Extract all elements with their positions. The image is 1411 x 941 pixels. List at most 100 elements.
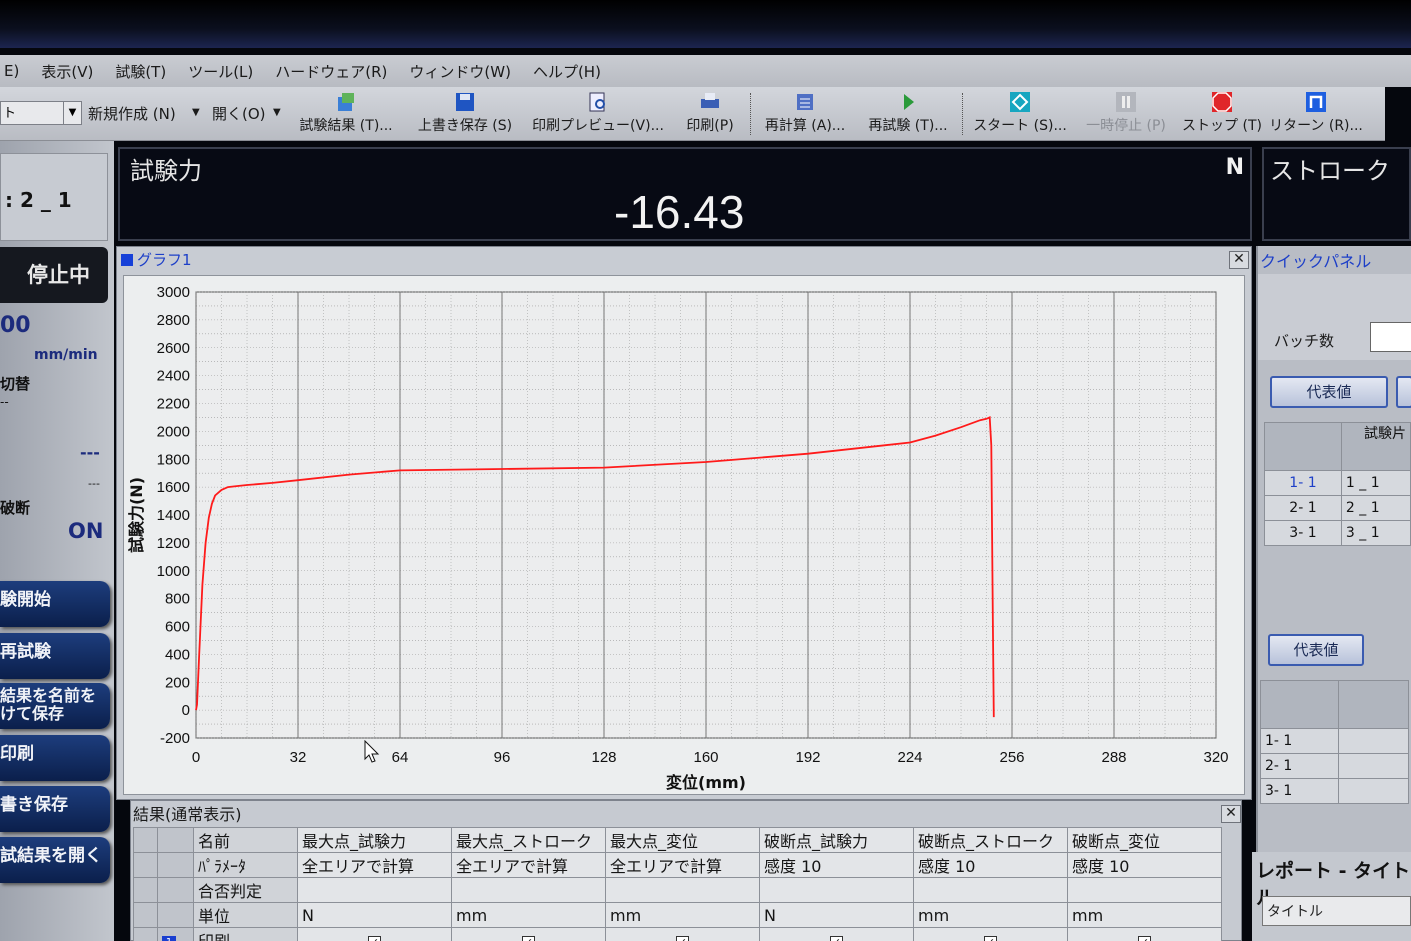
chevron-down-icon[interactable]: ▼ [192, 107, 200, 118]
col-name[interactable]: 破断点_変位 [1067, 827, 1222, 853]
recalculate-button[interactable]: 再計算 (A)... [758, 91, 852, 137]
col-name[interactable]: 最大点_変位 [605, 827, 760, 853]
start-label: スタート (S)... [973, 118, 1067, 134]
col-judge[interactable] [1067, 877, 1222, 903]
representative-value-button-2[interactable]: 代表値 [1268, 634, 1364, 666]
print-preview-button[interactable]: 印刷プレビュー(V)... [528, 91, 668, 137]
plot-area: 3000 2800 2600 2400 2200 2000 1800 1600 1400 1200… [123, 275, 1245, 795]
x-tick-label: 32 [290, 749, 307, 766]
print-checkbox[interactable]: ✓ [676, 935, 689, 941]
col-unit[interactable]: N [759, 902, 914, 928]
menu-bar: E) 表示(V) 試験(T) ツール(L) ハードウェア(R) ウィンドウ(W)… [0, 55, 1411, 87]
print-preview-icon [589, 92, 605, 112]
menu-hardware[interactable]: ハードウェア(R) [275, 61, 387, 82]
stop-button[interactable]: ストップ (T) [1182, 91, 1262, 137]
batch-input[interactable] [1370, 322, 1411, 352]
table-row: 名前 最大点_試験力 最大点_ストローク 最大点_変位 破断点_試験力 破断点_… [133, 827, 1222, 853]
print-checkbox[interactable]: ✓ [1138, 935, 1151, 941]
open-results-button[interactable]: 試結果を開く [0, 837, 110, 883]
table-row: 1 印刷 ✓ ✓ ✓ ✓ ✓ ✓ [133, 927, 1222, 941]
x-tick-label: 96 [494, 749, 511, 766]
representative-value-button[interactable]: 代表値 [1270, 376, 1388, 408]
col-unit[interactable]: mm [913, 902, 1068, 928]
chevron-down-icon[interactable]: ▼ [273, 107, 281, 118]
specimen-number: 3- 1 [1264, 520, 1342, 546]
start-button[interactable]: スタート (S)... [972, 91, 1068, 137]
col-unit[interactable]: mm [1067, 902, 1222, 928]
row-header-judge: 合否判定 [193, 877, 298, 903]
col-unit[interactable]: mm [451, 902, 606, 928]
x-tick-label: 320 [1203, 749, 1228, 766]
x-axis-label: 変位(mm) [666, 773, 746, 792]
x-tick-label: 64 [392, 749, 409, 766]
print-label: 印刷(P) [686, 118, 734, 134]
return-button[interactable]: リターン (R)... [1268, 91, 1364, 137]
col-unit[interactable]: mm [605, 902, 760, 928]
close-icon[interactable]: ✕ [1221, 805, 1241, 823]
menu-view[interactable]: 表示(V) [41, 61, 93, 82]
print-checkbox[interactable]: ✓ [984, 935, 997, 941]
representative-extra-button[interactable] [1396, 376, 1411, 408]
break-value: ON [68, 519, 104, 543]
force-displacement-chart: 3000280026002400220020001800160014001200… [127, 284, 1229, 792]
new-button[interactable]: 新規作成 (N) [88, 103, 176, 124]
specimen-number: 2- 1 [1264, 495, 1342, 521]
open-button[interactable]: 開く(O) [212, 103, 266, 124]
toolbar-combo-value: ト [3, 106, 17, 121]
col-unit[interactable]: N [297, 902, 452, 928]
y-axis-label: 試験力(N) [127, 477, 146, 553]
overwrite-save-button[interactable]: 書き保存 [0, 786, 110, 832]
print-button[interactable]: 印刷(P) [678, 91, 742, 137]
col-judge[interactable] [605, 877, 760, 903]
col-judge[interactable] [759, 877, 914, 903]
graph-window: グラフ1 ✕ 3000 2800 2600 2400 2200 2000 1800 1600 1… [116, 246, 1252, 800]
save-as-button[interactable]: 結果を名前を けて保存 [0, 683, 110, 729]
print-side-button[interactable]: 印刷 [0, 735, 110, 781]
list-item[interactable]: 1- 1 [1260, 728, 1409, 754]
col-name[interactable]: 破断点_試験力 [759, 827, 914, 853]
print-checkbox[interactable]: ✓ [368, 935, 381, 941]
toolbar-combo[interactable]: ト ▼ [0, 101, 82, 125]
col-judge[interactable] [913, 877, 1068, 903]
print-checkbox[interactable]: ✓ [830, 935, 843, 941]
chevron-down-icon[interactable]: ▼ [63, 102, 81, 124]
col-judge[interactable] [297, 877, 452, 903]
start-test-button[interactable]: 験開始 [0, 581, 110, 627]
print-preview-label: 印刷プレビュー(V)... [532, 118, 664, 134]
menu-test[interactable]: 試験(T) [115, 61, 166, 82]
start-icon [1010, 92, 1030, 112]
list-item[interactable]: 1- 11 _ 1 [1264, 470, 1411, 496]
list-item[interactable]: 2- 12 _ 1 [1264, 495, 1411, 521]
col-name[interactable]: 最大点_ストローク [451, 827, 606, 853]
close-icon[interactable]: ✕ [1229, 251, 1249, 269]
test-result-button[interactable]: 試験結果 (T)... [292, 91, 400, 137]
col-name[interactable]: 最大点_試験力 [297, 827, 452, 853]
menu-window[interactable]: ウィンドウ(W) [409, 61, 511, 82]
col-param[interactable]: 感度 10 [1067, 852, 1222, 878]
col-param[interactable]: 全エリアで計算 [605, 852, 760, 878]
print-icon [701, 93, 719, 108]
table-row: 単位 N mm mm N mm mm [133, 902, 1222, 928]
list-item[interactable]: 3- 13 _ 1 [1264, 520, 1411, 546]
list-item[interactable]: 3- 1 [1260, 778, 1409, 804]
save-button[interactable]: 上書き保存 (S) [410, 91, 520, 137]
menu-help[interactable]: ヘルプ(H) [533, 61, 601, 82]
col-param[interactable]: 感度 10 [759, 852, 914, 878]
pause-button[interactable]: 一時停止 (P) [1076, 91, 1176, 137]
x-tick-label: 192 [795, 749, 820, 766]
report-title-field[interactable]: タイトル [1262, 896, 1411, 926]
recalculate-label: 再計算 (A)... [764, 118, 846, 134]
col-judge[interactable] [451, 877, 606, 903]
menu-file[interactable]: E) [4, 62, 19, 80]
retest-button[interactable]: 再試験 (T)... [860, 91, 956, 137]
col-name[interactable]: 破断点_ストローク [913, 827, 1068, 853]
retest-side-button[interactable]: 再試験 [0, 633, 110, 679]
col-param[interactable]: 全エリアで計算 [297, 852, 452, 878]
col-param[interactable]: 感度 10 [913, 852, 1068, 878]
stroke-label: ストローク [1270, 157, 1390, 185]
col-param[interactable]: 全エリアで計算 [451, 852, 606, 878]
print-checkbox[interactable]: ✓ [522, 935, 535, 941]
list-item[interactable]: 2- 1 [1260, 753, 1409, 779]
menu-tools[interactable]: ツール(L) [188, 61, 253, 82]
x-tick-label: 224 [897, 749, 922, 766]
